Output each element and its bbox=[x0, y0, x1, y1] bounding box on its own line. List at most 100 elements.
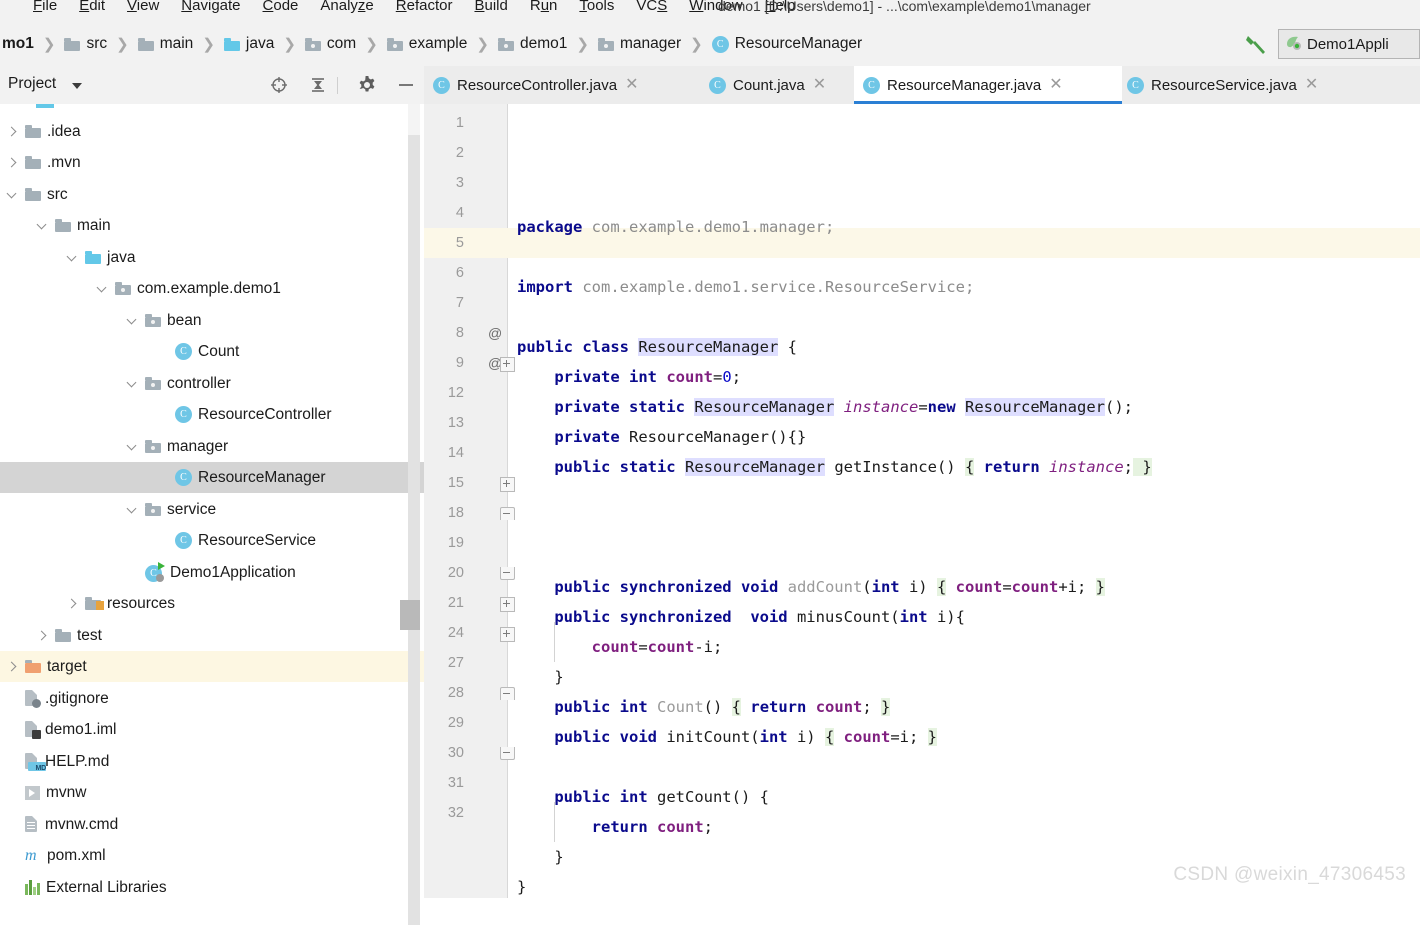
menu-item-navigate[interactable]: Navigate bbox=[170, 0, 251, 17]
tree-item-help-md[interactable]: MD HELP.md bbox=[0, 746, 424, 777]
tree-item-main[interactable]: main bbox=[0, 210, 424, 241]
tree-item-resourcemanager[interactable]: C ResourceManager bbox=[0, 462, 424, 493]
tree-item-resourceservice[interactable]: C ResourceService bbox=[0, 525, 424, 556]
breadcrumb-item-manager[interactable]: manager bbox=[596, 22, 683, 66]
tree-item-controller[interactable]: controller bbox=[0, 368, 424, 399]
breadcrumb-item-java[interactable]: java bbox=[222, 22, 276, 66]
menu-item-analyze[interactable]: Analyze bbox=[309, 0, 384, 17]
code-fold-plus-icon[interactable] bbox=[500, 477, 515, 492]
cmd-file-icon bbox=[25, 816, 39, 833]
code-line-29: return count; bbox=[591, 818, 714, 836]
code-fold-top-icon[interactable] bbox=[500, 507, 515, 520]
code-fold-top-icon[interactable] bbox=[500, 687, 515, 700]
hammer-icon[interactable] bbox=[1240, 29, 1270, 59]
tree-item-bean[interactable]: bean bbox=[0, 305, 424, 336]
menu-item-vcs[interactable]: VCS bbox=[625, 0, 678, 17]
tree-expand-arrow-icon[interactable] bbox=[126, 440, 139, 453]
breadcrumb-separator: ❯ bbox=[283, 36, 296, 53]
settings-gear-icon[interactable] bbox=[356, 74, 378, 96]
tree-expand-arrow-icon[interactable] bbox=[66, 597, 79, 610]
tree-item-resourcecontroller[interactable]: C ResourceController bbox=[0, 399, 424, 430]
tree-item-mvnw[interactable]: mvnw bbox=[0, 777, 424, 808]
tree-item-count[interactable]: C Count bbox=[0, 336, 424, 367]
editor-tab-resourcecontroller-java[interactable]: C ResourceController.java ✕ bbox=[424, 66, 698, 104]
intellij-idea-window: File Edit View Navigate Code Analyze Refactor B… bbox=[0, 0, 1420, 925]
code-editor[interactable]: 1 2 3 4 5 6 7 8 @9 @12 13 14 15 18 19 20 21 24 27 28 29 30 31 3… bbox=[424, 104, 1420, 898]
tree-expand-arrow-icon[interactable] bbox=[126, 503, 139, 516]
breadcrumb-item-example[interactable]: example bbox=[385, 22, 470, 66]
tree-expand-arrow-icon[interactable] bbox=[66, 251, 79, 264]
editor-tab-count-java[interactable]: C Count.java ✕ bbox=[700, 66, 860, 104]
code-fold-bot-icon[interactable] bbox=[500, 747, 515, 760]
collapse-all-icon[interactable] bbox=[307, 74, 329, 96]
tree-expand-arrow-icon[interactable] bbox=[126, 314, 139, 327]
tree-item-mvnw-cmd[interactable]: mvnw.cmd bbox=[0, 809, 424, 840]
editor-tab-resourceservice-java[interactable]: C ResourceService.java ✕ bbox=[1118, 66, 1376, 104]
breadcrumb-item-mo1[interactable]: mo1 bbox=[0, 22, 36, 66]
menu-item-tools[interactable]: Tools bbox=[568, 0, 625, 17]
code-line-18: public synchronized void minusCount(int … bbox=[554, 608, 965, 626]
breadcrumb-item-com[interactable]: com bbox=[303, 22, 358, 66]
tree-expand-arrow-icon[interactable] bbox=[6, 188, 19, 201]
tree-item-service[interactable]: service bbox=[0, 494, 424, 525]
menu-item-run[interactable]: Run bbox=[519, 0, 569, 17]
hide-icon[interactable] bbox=[395, 74, 417, 96]
tree-item-gitignore[interactable]: .gitignore bbox=[0, 683, 424, 714]
folder-icon bbox=[25, 188, 41, 201]
editor-tab-label: Count.java bbox=[733, 76, 805, 94]
tree-expand-arrow-icon[interactable] bbox=[6, 156, 19, 169]
tree-item-java[interactable]: java bbox=[0, 242, 424, 273]
source-folder-icon bbox=[223, 37, 240, 51]
tree-item-idea[interactable]: .idea bbox=[0, 116, 424, 147]
project-tree[interactable]: .idea .mvn src main java com.example.demo1 bea… bbox=[0, 104, 424, 898]
line-number: 6 bbox=[455, 265, 464, 281]
menu-item-refactor[interactable]: Refactor bbox=[385, 0, 464, 17]
code-line-3: import com.example.demo1.service.Resourc… bbox=[517, 278, 975, 296]
tree-expand-arrow-icon[interactable] bbox=[36, 219, 49, 232]
menu-item-code[interactable]: Code bbox=[252, 0, 310, 17]
tree-item-test[interactable]: test bbox=[0, 620, 424, 651]
tree-item-external-libraries[interactable]: External Libraries bbox=[0, 872, 424, 898]
tree-expand-arrow-icon[interactable] bbox=[126, 377, 139, 390]
breadcrumb-item-demo1[interactable]: demo1 bbox=[496, 22, 569, 66]
tree-item-src[interactable]: src bbox=[0, 179, 424, 210]
breadcrumb-item-main[interactable]: main bbox=[136, 22, 196, 66]
tree-expand-arrow-icon[interactable] bbox=[6, 125, 19, 138]
close-icon[interactable]: ✕ bbox=[625, 77, 638, 93]
locate-icon[interactable] bbox=[268, 74, 290, 96]
menu-item-edit[interactable]: Edit bbox=[68, 0, 116, 17]
tree-item-pom-xml[interactable]: m pom.xml bbox=[0, 840, 424, 871]
project-panel-title[interactable]: Project bbox=[8, 75, 56, 93]
breadcrumb-item-resourcemanager[interactable]: C ResourceManager bbox=[710, 22, 865, 66]
code-fold-bot-icon[interactable] bbox=[500, 567, 515, 580]
menu-item-view[interactable]: View bbox=[116, 0, 170, 17]
breadcrumb-item-src[interactable]: src bbox=[62, 22, 109, 66]
code-fold-plus-icon[interactable] bbox=[500, 357, 515, 372]
code-fold-plus-icon[interactable] bbox=[500, 597, 515, 612]
code-fold-plus-icon[interactable] bbox=[500, 627, 515, 642]
menu-item-build[interactable]: Build bbox=[463, 0, 518, 17]
tree-item-target[interactable]: target bbox=[0, 651, 424, 682]
tree-item-demo1application[interactable]: C Demo1Application bbox=[0, 557, 424, 588]
tree-expand-arrow-icon[interactable] bbox=[6, 660, 19, 673]
close-icon[interactable]: ✕ bbox=[1049, 77, 1062, 93]
line-number: 13 bbox=[447, 415, 464, 431]
run-configuration-selector[interactable]: Demo1Appli bbox=[1278, 29, 1420, 59]
menu-item-file[interactable]: File bbox=[22, 0, 68, 17]
breadcrumb-separator: ❯ bbox=[202, 36, 215, 53]
editor-tab-resourcemanager-java[interactable]: C ResourceManager.java ✕ bbox=[854, 66, 1122, 104]
tree-item-com-example-demo1[interactable]: com.example.demo1 bbox=[0, 273, 424, 304]
tree-expand-arrow-icon[interactable] bbox=[36, 629, 49, 642]
tree-item-manager[interactable]: manager bbox=[0, 431, 424, 462]
tree-item-resources[interactable]: resources bbox=[0, 588, 424, 619]
tree-item-mvn[interactable]: .mvn bbox=[0, 147, 424, 178]
chevron-down-icon[interactable] bbox=[72, 83, 82, 89]
project-scrollbar-grip[interactable] bbox=[400, 600, 420, 630]
close-icon[interactable]: ✕ bbox=[1305, 77, 1318, 93]
annotation-marker-icon[interactable]: @ bbox=[488, 318, 502, 348]
tree-item-demo1-iml[interactable]: demo1.iml bbox=[0, 714, 424, 745]
close-icon[interactable]: ✕ bbox=[813, 77, 826, 93]
tree-expand-arrow-icon[interactable] bbox=[96, 282, 109, 295]
project-scrollbar-thumb[interactable] bbox=[408, 135, 420, 925]
